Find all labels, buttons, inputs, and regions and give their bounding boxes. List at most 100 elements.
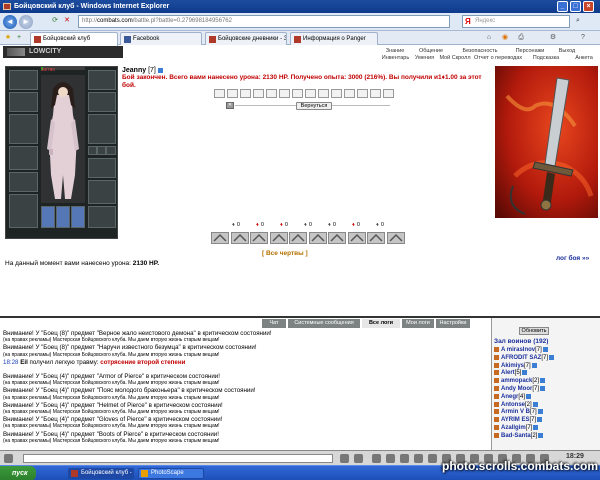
maximize-button[interactable]: □ (570, 1, 581, 12)
warrior-row[interactable]: AFRODIT SAZ[7] (494, 354, 599, 363)
gloves-slot[interactable] (88, 158, 116, 178)
pocket-slot-3[interactable] (71, 206, 85, 228)
player-info-icon[interactable] (157, 67, 163, 73)
hit-zone-box[interactable] (331, 89, 342, 98)
spell-slot[interactable] (211, 232, 229, 244)
chat-input[interactable] (23, 454, 333, 463)
battle-log-link[interactable]: лог боя »» (556, 255, 589, 262)
warrior-name[interactable]: ammopack (501, 378, 532, 384)
ring-slot-1[interactable] (88, 146, 97, 155)
chat-tab[interactable]: Все логи (362, 319, 400, 328)
tool-icon-4[interactable] (414, 454, 423, 463)
top-nav-link[interactable]: Умения (413, 55, 436, 61)
top-nav-link[interactable]: Подсказка (524, 55, 568, 61)
warrior-info-icon[interactable] (526, 393, 532, 399)
tool-icon-5[interactable] (428, 454, 437, 463)
hit-zone-box[interactable] (240, 89, 251, 98)
spell-slot[interactable] (367, 232, 385, 244)
top-nav-link[interactable]: Знание (382, 48, 408, 54)
warrior-name[interactable]: AFRODIT SAZ (501, 355, 541, 361)
tools-gear-icon[interactable]: ⚙ (548, 33, 558, 43)
address-bar[interactable]: http://combats.com/battle.pl?battle=0.27… (78, 15, 450, 28)
spell-slot[interactable] (230, 232, 249, 244)
spell-slot[interactable] (347, 232, 366, 244)
slider-x-icon[interactable]: ✕ (226, 102, 234, 109)
chat-tab[interactable]: Настройки (436, 319, 470, 328)
warrior-row[interactable]: Andy Moor[7] (494, 385, 599, 394)
home-icon[interactable]: ⌂ (484, 33, 494, 43)
back-nav-button[interactable]: ◄ (3, 15, 17, 29)
warrior-row[interactable]: Antonse[2] (494, 401, 599, 410)
chat-menu-icon[interactable] (4, 454, 13, 463)
bracers-slot[interactable] (88, 92, 116, 112)
browser-tab[interactable]: Бойцовский клуб (30, 32, 118, 46)
warrior-info-icon[interactable] (540, 378, 546, 384)
warrior-info-icon[interactable] (531, 362, 537, 368)
ring-slot-3[interactable] (106, 146, 116, 155)
warrior-info-icon[interactable] (540, 385, 546, 391)
belt-slot[interactable] (9, 172, 38, 192)
legs-slot[interactable] (88, 206, 116, 228)
chat-tab[interactable]: Мои логи (402, 319, 434, 328)
hit-zone-box[interactable] (214, 89, 225, 98)
spell-slot[interactable] (308, 232, 327, 244)
all-spells-link[interactable]: [ Все чертвы ] (262, 250, 308, 257)
hit-zone-box[interactable] (318, 89, 329, 98)
hit-zone-box[interactable] (279, 89, 290, 98)
rss-icon[interactable]: ◉ (500, 33, 510, 43)
close-window-button[interactable]: × (583, 1, 594, 12)
print-icon[interactable]: ⎙ (516, 33, 526, 43)
warrior-info-icon[interactable] (532, 401, 538, 407)
favorites-star-icon[interactable]: ★ (3, 33, 13, 43)
taskbar-button[interactable]: PhotoScape (138, 468, 204, 479)
browser-tab[interactable]: Бойцовские дневники - Зва... (205, 32, 287, 45)
top-nav-link[interactable]: Персонажи (512, 48, 548, 54)
refresh-page-icon[interactable]: ⟳ (50, 16, 60, 26)
warrior-info-icon[interactable] (537, 409, 543, 415)
warrior-row[interactable]: ammopack[2] (494, 378, 599, 386)
refresh-button[interactable]: Обновить (519, 327, 549, 335)
browser-tab[interactable]: Информация о Panger (290, 32, 378, 45)
warrior-info-icon[interactable] (542, 347, 548, 352)
warrior-name[interactable]: Azallgim (501, 425, 526, 431)
smiley-icon[interactable] (354, 454, 363, 463)
pocket-slot-1[interactable] (41, 206, 55, 228)
chat-tab[interactable]: Чат (262, 319, 286, 328)
search-go-icon[interactable]: ⌕ (573, 16, 583, 26)
tool-icon-1[interactable] (372, 454, 381, 463)
warrior-row[interactable]: Azallgim[7] (494, 424, 599, 433)
top-nav-link[interactable]: Отчет о переводах (474, 55, 522, 61)
tool-icon-2[interactable] (386, 454, 395, 463)
warrior-name[interactable]: A mirasInov (501, 347, 535, 353)
pocket-slot-2[interactable] (56, 206, 70, 228)
start-button[interactable]: пуск (0, 466, 36, 480)
warrior-name[interactable]: Anegr (501, 394, 518, 400)
warrior-name[interactable]: Andy Moor (501, 386, 532, 392)
hit-zone-box[interactable] (344, 89, 355, 98)
warrior-row[interactable]: Bad-Santa[2] (494, 432, 599, 441)
hit-zone-box[interactable] (383, 89, 394, 98)
earrings-slot[interactable] (88, 70, 116, 90)
warrior-row[interactable]: A mirasInov[7] (494, 347, 599, 355)
warrior-name[interactable]: Alert (501, 370, 515, 376)
armor-slot[interactable] (9, 146, 38, 170)
hit-zone-box[interactable] (266, 89, 277, 98)
weapon-right-slot[interactable] (88, 114, 116, 144)
spell-slot[interactable] (269, 232, 288, 244)
top-nav-link[interactable]: Анкета (570, 55, 598, 61)
warrior-row[interactable]: Anegr[4] (494, 393, 599, 402)
top-nav-link[interactable]: Общение (414, 48, 448, 54)
stop-icon[interactable]: ✕ (62, 16, 72, 26)
warrior-info-icon[interactable] (538, 432, 544, 438)
spell-slot[interactable] (328, 232, 346, 244)
hit-zone-box[interactable] (370, 89, 381, 98)
character-portrait[interactable] (41, 75, 85, 203)
spell-slot[interactable] (289, 232, 307, 244)
hit-zone-box[interactable] (253, 89, 264, 98)
warrior-row[interactable]: Akimiys[7] (494, 362, 599, 371)
spell-slot[interactable] (386, 232, 405, 244)
warrior-name[interactable]: Bad-Santa (501, 433, 531, 439)
warrior-name[interactable]: AYRIM ES (501, 417, 529, 423)
search-box[interactable]: Я Яндекс (462, 15, 570, 28)
chat-log[interactable]: Внимание! У "Боец (8)" предмет "Верное ж… (3, 330, 488, 450)
